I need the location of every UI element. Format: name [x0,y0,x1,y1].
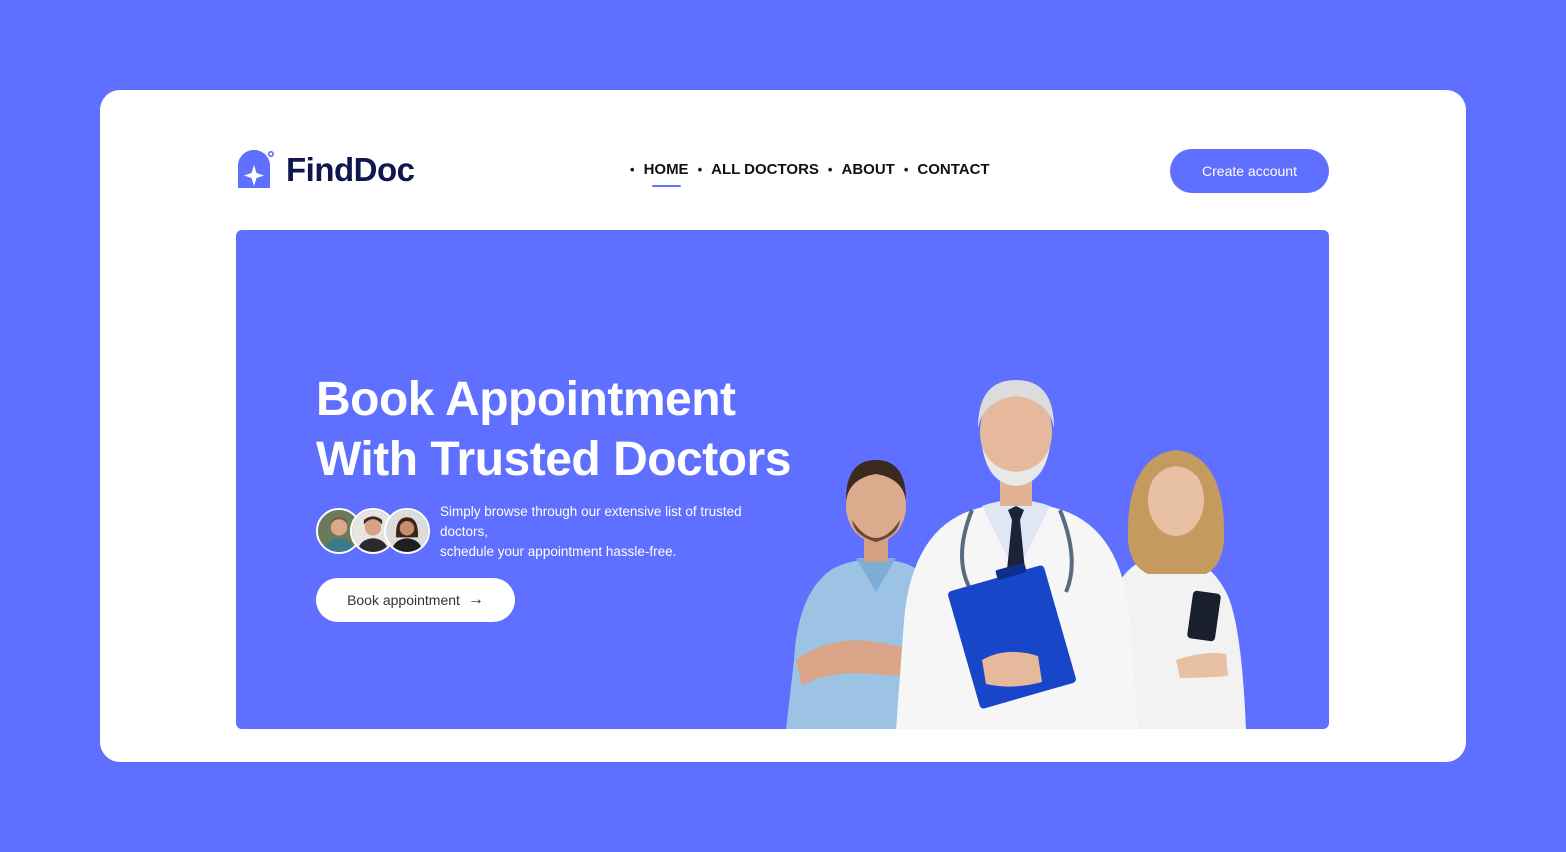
main-nav: • HOME • ALL DOCTORS • ABOUT • CONTACT [621,161,990,187]
create-account-button[interactable]: Create account [1170,149,1329,193]
nav-item-label: ALL DOCTORS [711,161,819,178]
hero-description-line-1: Simply browse through our extensive list… [440,504,742,539]
nav-item-label: CONTACT [917,161,990,178]
bullet-icon: • [630,162,635,177]
hero-title: Book Appointment With Trusted Doctors [316,370,791,490]
hero-description: Simply browse through our extensive list… [440,502,770,562]
avatar [384,508,430,554]
nav-item-all-doctors[interactable]: • ALL DOCTORS [689,161,819,178]
logo-text: FindDoc [286,151,415,188]
book-appointment-button[interactable]: Book appointment → [316,578,515,622]
logo[interactable]: FindDoc [236,150,415,190]
nav-item-label: ABOUT [841,161,895,178]
bullet-icon: • [827,162,833,177]
page-card: FindDoc • HOME • ALL DOCTORS • ABOUT • C… [100,90,1466,762]
logo-icon [237,150,274,188]
book-appointment-label: Book appointment [347,592,460,608]
nav-item-label: HOME [643,161,689,187]
hero-banner: Book Appointment With Trusted Doctors Si… [236,230,1329,729]
bullet-icon: • [903,162,909,177]
avatar-group [316,508,430,554]
arrow-right-icon: → [467,591,484,608]
doctors-image [786,380,1246,729]
doctor-center [896,380,1138,729]
nav-item-home[interactable]: • HOME [621,161,689,187]
bullet-icon: • [697,162,703,177]
hero-title-line-1: Book Appointment [316,373,736,426]
nav-item-contact[interactable]: • CONTACT [895,161,990,178]
nav-item-about[interactable]: • ABOUT [819,161,895,178]
hero-description-line-2: schedule your appointment hassle-free. [440,544,677,559]
hero-title-line-2: With Trusted Doctors [316,433,791,486]
